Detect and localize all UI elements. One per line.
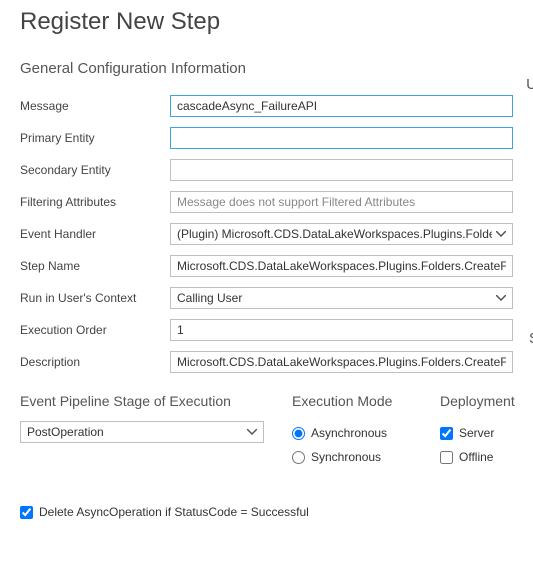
- filtering-attr-input[interactable]: [170, 191, 513, 213]
- section-deploy: Deployment: [440, 393, 533, 409]
- deploy-offline-option[interactable]: Offline: [440, 445, 533, 469]
- mode-async-label: Asynchronous: [311, 426, 387, 440]
- deploy-offline-label: Offline: [459, 450, 493, 464]
- secondary-entity-label: Secondary Entity: [20, 163, 170, 177]
- deploy-server-label: Server: [459, 426, 494, 440]
- pipeline-stage-select[interactable]: PostOperation: [20, 421, 264, 443]
- page-title: Register New Step: [20, 8, 513, 36]
- delete-async-label: Delete AsyncOperation if StatusCode = Su…: [39, 505, 309, 519]
- section-pipeline: Event Pipeline Stage of Execution: [20, 393, 264, 409]
- primary-entity-label: Primary Entity: [20, 131, 170, 145]
- message-input[interactable]: [170, 95, 513, 117]
- secondary-entity-input[interactable]: [170, 159, 513, 181]
- cutoff-section-1: U: [526, 76, 533, 93]
- filtering-attr-label: Filtering Attributes: [20, 195, 170, 209]
- primary-entity-input[interactable]: [170, 127, 513, 149]
- event-handler-label: Event Handler: [20, 227, 170, 241]
- step-name-label: Step Name: [20, 259, 170, 273]
- mode-async-option[interactable]: Asynchronous: [292, 421, 412, 445]
- description-label: Description: [20, 355, 170, 369]
- message-label: Message: [20, 99, 170, 113]
- mode-async-radio[interactable]: [292, 427, 305, 440]
- run-context-select[interactable]: Calling User: [170, 287, 513, 309]
- exec-order-label: Execution Order: [20, 323, 170, 337]
- delete-async-checkbox[interactable]: [20, 506, 33, 519]
- section-general: General Configuration Information: [20, 60, 513, 77]
- exec-order-input[interactable]: [170, 319, 513, 341]
- step-name-input[interactable]: [170, 255, 513, 277]
- description-input[interactable]: [170, 351, 513, 373]
- mode-sync-radio[interactable]: [292, 451, 305, 464]
- delete-async-option[interactable]: Delete AsyncOperation if StatusCode = Su…: [20, 505, 513, 519]
- deploy-server-checkbox[interactable]: [440, 427, 453, 440]
- deploy-server-option[interactable]: Server: [440, 421, 533, 445]
- cutoff-section-2: S: [529, 330, 533, 347]
- section-mode: Execution Mode: [292, 393, 412, 409]
- mode-sync-label: Synchronous: [311, 450, 381, 464]
- deploy-offline-checkbox[interactable]: [440, 451, 453, 464]
- mode-sync-option[interactable]: Synchronous: [292, 445, 412, 469]
- run-context-label: Run in User's Context: [20, 291, 170, 305]
- event-handler-select[interactable]: (Plugin) Microsoft.CDS.DataLakeWorkspace…: [170, 223, 513, 245]
